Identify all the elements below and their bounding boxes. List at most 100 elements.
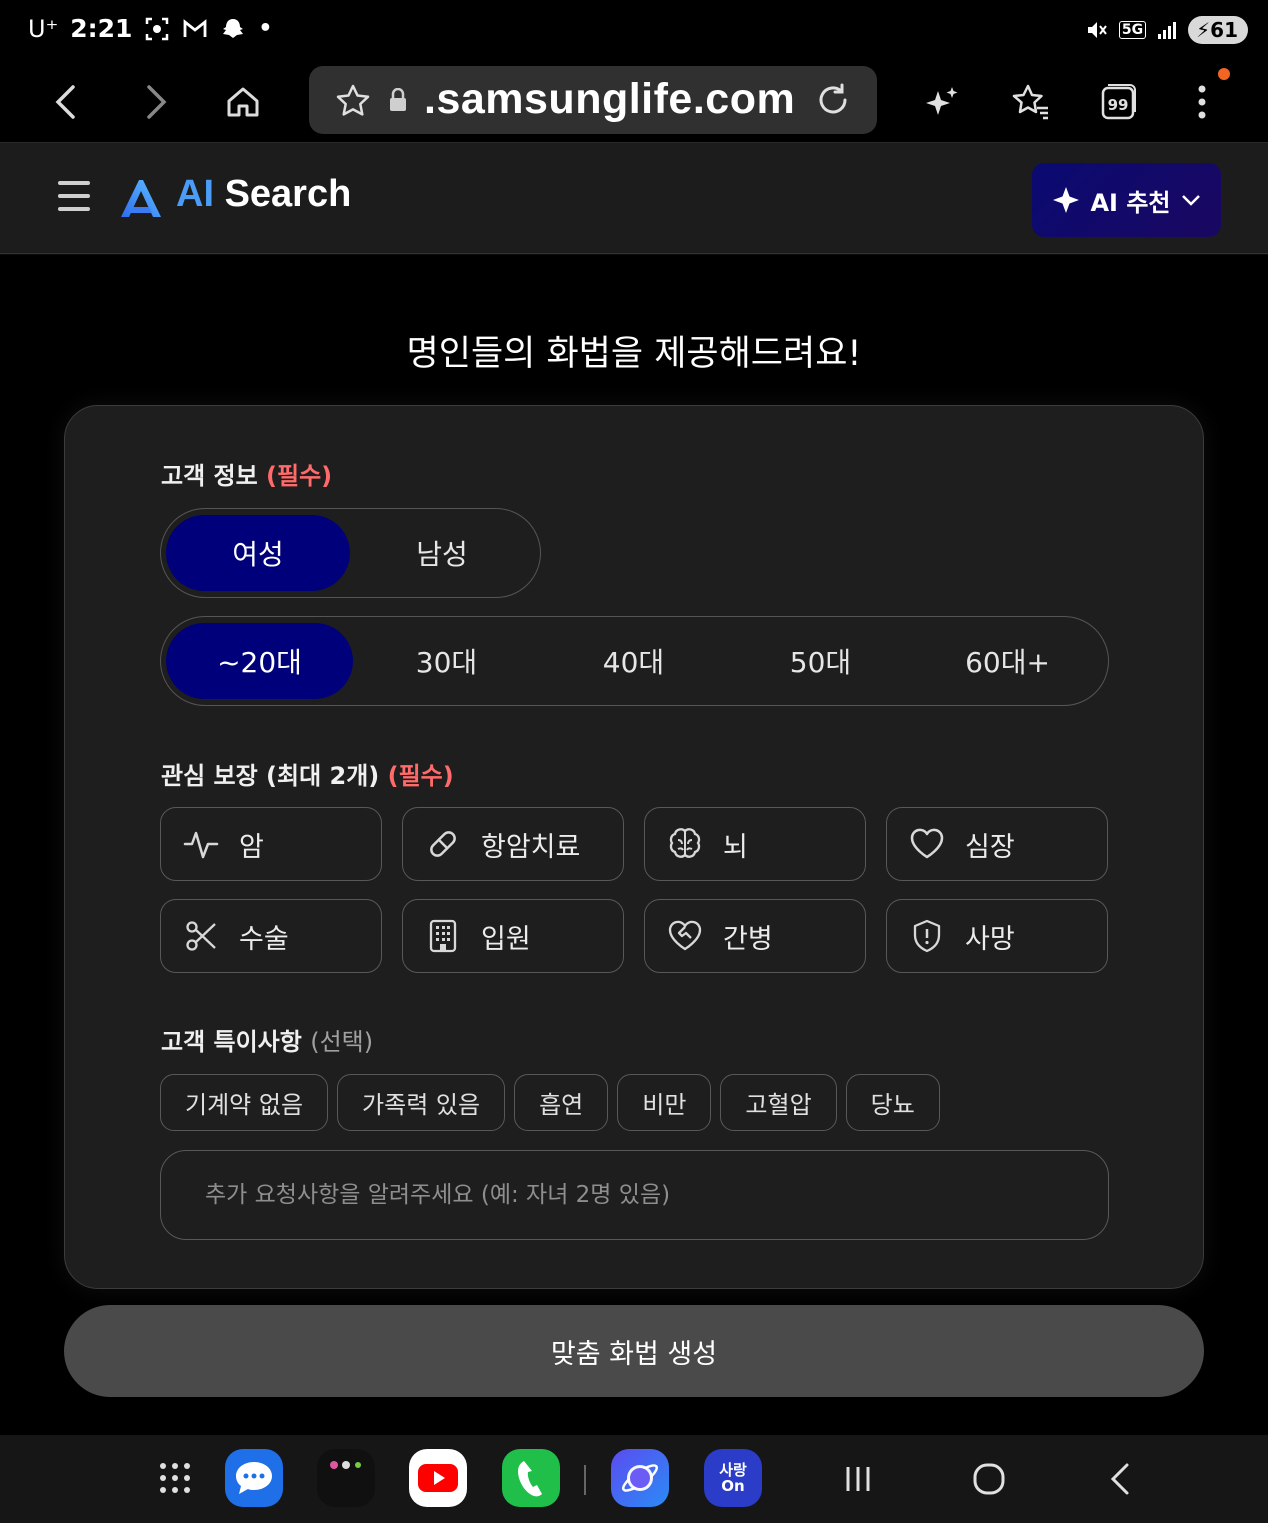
sarang-on-label: 사랑On	[719, 1461, 747, 1495]
age-option-30s[interactable]: 30대	[353, 623, 540, 699]
address-bar[interactable]: .samsunglife.com	[309, 66, 877, 134]
generate-script-button[interactable]: 맞춤 화법 생성	[64, 1305, 1204, 1397]
coverage-chemo[interactable]: 항암치료	[402, 807, 624, 881]
gmail-icon	[184, 18, 207, 37]
special-notes-label: 고객 특이사항 (선택)	[161, 1022, 373, 1057]
ai-search-logo-icon	[121, 180, 161, 217]
notification-dot-icon: •	[258, 16, 273, 41]
coverage-label-text: 입원	[481, 923, 531, 955]
internet-browser-icon[interactable]	[611, 1449, 669, 1507]
additional-request-input[interactable]	[160, 1150, 1109, 1240]
dock-divider	[584, 1465, 586, 1495]
mute-icon	[1087, 22, 1107, 38]
brand-search: Search	[224, 173, 352, 215]
coverage-surgery[interactable]: 수술	[160, 899, 382, 973]
coverage-label: 관심 보장 (최대 2개) (필수)	[161, 756, 454, 791]
network-type: 5G	[1118, 21, 1147, 39]
tag-diabetes[interactable]: 당뇨	[845, 1074, 940, 1131]
more-icon[interactable]	[1176, 76, 1228, 128]
signal-icon	[1158, 22, 1177, 39]
brand-ai: AI	[176, 173, 214, 215]
coverage-label-text: 수술	[239, 923, 289, 955]
forward-icon[interactable]	[130, 76, 182, 128]
brand-title: AI Search	[176, 173, 351, 216]
phone-icon[interactable]	[502, 1449, 560, 1507]
coverage-label-text: 심장	[965, 831, 1015, 863]
age-option-40s[interactable]: 40대	[540, 623, 727, 699]
age-option-20s[interactable]: ~20대	[166, 623, 353, 699]
sarang-on-app-icon[interactable]: 사랑On	[704, 1449, 762, 1507]
chevron-down-icon	[1181, 195, 1200, 206]
ai-sparkle-icon[interactable]	[916, 76, 968, 128]
coverage-options: 암 항암치료 뇌 심장 수술 입원 간병 사망	[160, 807, 1110, 973]
home-button-icon[interactable]	[967, 1457, 1011, 1501]
ai-recommend-dropdown[interactable]: AI 추천	[1032, 163, 1221, 237]
tag-family-history[interactable]: 가족력 있음	[337, 1074, 506, 1131]
coverage-cancer[interactable]: 암	[160, 807, 382, 881]
pill-icon	[430, 831, 456, 857]
url-text: .samsunglife.com	[424, 75, 796, 123]
screenshot-icon	[146, 17, 169, 40]
pulse-icon	[183, 831, 219, 859]
heart-handshake-icon	[668, 920, 702, 951]
tabs-count: 99	[1108, 96, 1129, 114]
required-badge: (필수)	[266, 462, 333, 490]
messages-icon[interactable]	[225, 1449, 283, 1507]
special-notes-tags: 기계약 없음 가족력 있음 흡연 비만 고혈압 당뇨	[160, 1074, 940, 1131]
nav-back-icon[interactable]	[1098, 1457, 1142, 1501]
age-option-60plus[interactable]: 60대+	[914, 623, 1101, 699]
special-notes-title: 고객 특이사항	[161, 1028, 302, 1056]
bookmark-star-icon[interactable]	[335, 83, 371, 119]
heart-icon	[910, 828, 944, 859]
ai-recommend-label: AI 추천	[1090, 188, 1171, 217]
brain-icon	[669, 828, 701, 858]
age-option-50s[interactable]: 50대	[727, 623, 914, 699]
battery-level: 61	[1210, 18, 1238, 42]
coverage-care[interactable]: 간병	[644, 899, 866, 973]
app-drawer-icon[interactable]	[146, 1449, 204, 1507]
coverage-title: 관심 보장 (최대 2개)	[161, 762, 380, 790]
tag-no-existing-contract[interactable]: 기계약 없음	[160, 1074, 329, 1131]
coverage-death[interactable]: 사망	[886, 899, 1108, 973]
coverage-label-text: 간병	[723, 923, 773, 955]
back-icon[interactable]	[40, 76, 92, 128]
coverage-heart[interactable]: 심장	[886, 807, 1108, 881]
gender-option-female[interactable]: 여성	[166, 515, 350, 591]
youtube-icon[interactable]	[409, 1449, 467, 1507]
scissors-icon	[186, 921, 216, 951]
page-headline: 명인들의 화법을 제공해드려요!	[406, 334, 862, 374]
snapchat-icon	[223, 18, 244, 38]
clock: 2:21	[70, 14, 133, 43]
coverage-label-text: 사망	[965, 923, 1015, 955]
site-header: AI Search AI 추천	[0, 142, 1268, 254]
home-icon[interactable]	[217, 76, 269, 128]
battery-indicator: ⚡61	[1188, 16, 1248, 44]
required-badge: (필수)	[387, 762, 454, 790]
status-bar: U⁺ 2:21 • 5G ⚡61	[0, 0, 1268, 62]
tag-smoking[interactable]: 흡연	[514, 1074, 609, 1131]
favorites-icon[interactable]	[1005, 76, 1057, 128]
main-content: 명인들의 화법을 제공해드려요! 고객 정보 (필수) 여성 남성 ~20대 3…	[0, 255, 1268, 1435]
coverage-hospitalization[interactable]: 입원	[402, 899, 624, 973]
android-nav-bar: 사랑On	[0, 1435, 1268, 1523]
coverage-label-text: 뇌	[723, 831, 748, 863]
coverage-label-text: 항암치료	[481, 831, 581, 863]
gender-selector: 여성 남성	[160, 508, 541, 598]
carrier-label: U⁺	[28, 14, 59, 43]
tag-obesity[interactable]: 비만	[617, 1074, 712, 1131]
tabs-icon[interactable]: 99	[1093, 76, 1145, 128]
coverage-label-text: 암	[239, 831, 264, 863]
tag-hypertension[interactable]: 고혈압	[720, 1074, 837, 1131]
update-badge	[1218, 68, 1230, 80]
app-folder-icon[interactable]	[317, 1449, 375, 1507]
coverage-brain[interactable]: 뇌	[644, 807, 866, 881]
gender-option-male[interactable]: 남성	[350, 515, 534, 591]
recents-icon[interactable]	[836, 1457, 880, 1501]
age-selector: ~20대 30대 40대 50대 60대+	[160, 616, 1109, 706]
optional-badge: (선택)	[310, 1028, 374, 1056]
form-card: 고객 정보 (필수) 여성 남성 ~20대 30대 40대 50대 60대+ 관…	[64, 405, 1204, 1289]
shield-alert-icon	[913, 919, 941, 953]
reload-icon[interactable]	[815, 82, 851, 118]
customer-info-title: 고객 정보	[161, 462, 258, 490]
menu-icon[interactable]	[58, 181, 90, 215]
